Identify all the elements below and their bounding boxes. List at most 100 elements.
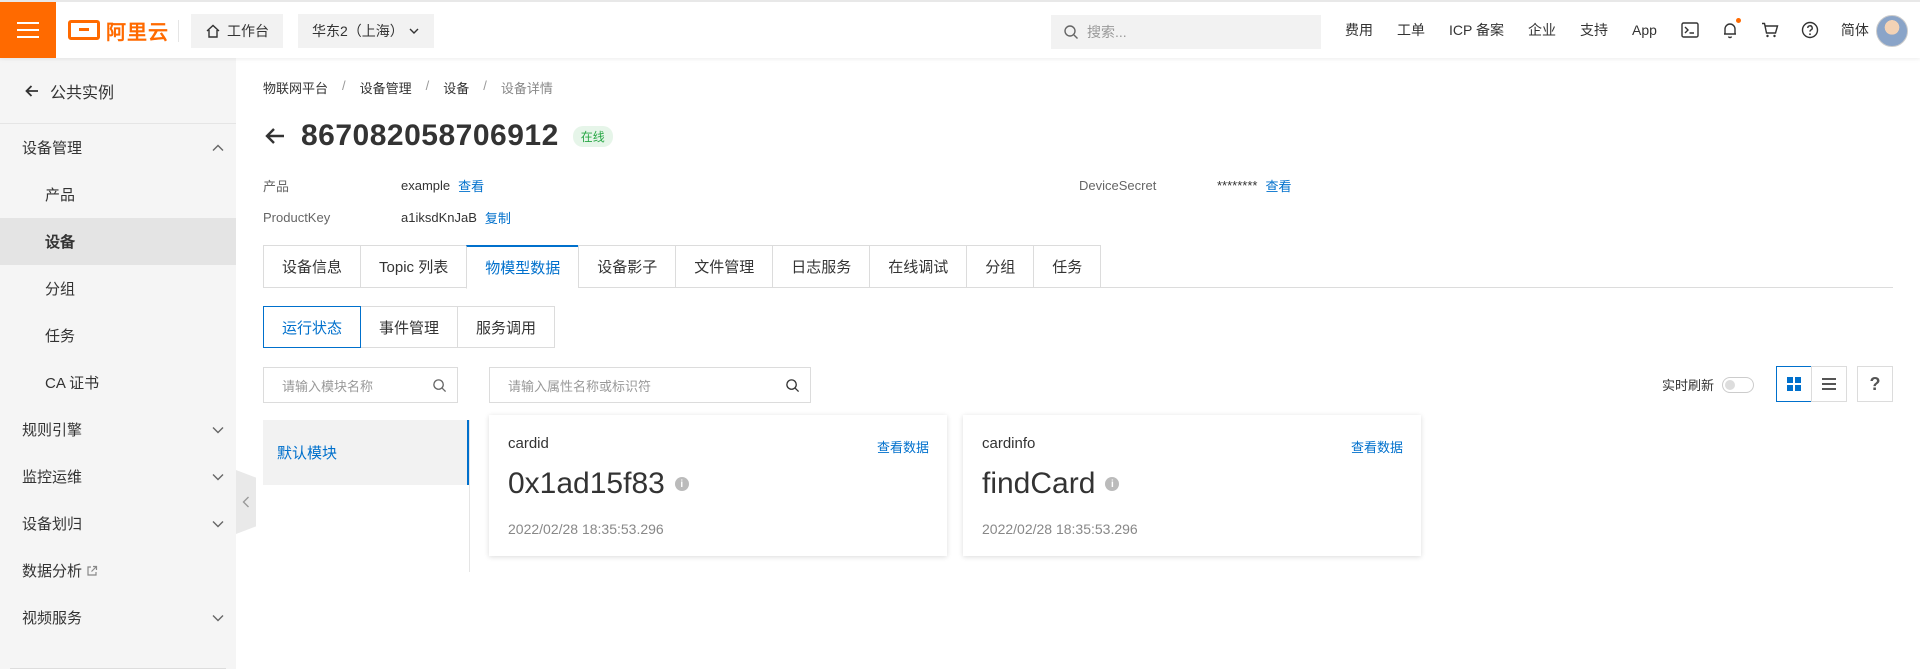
- tab-task[interactable]: 任务: [1033, 245, 1102, 288]
- divider: [469, 420, 470, 572]
- property-card-cardid: cardid 查看数据 0x1ad15f83 i 2022/02/28 18:3…: [489, 415, 947, 556]
- info-icon[interactable]: i: [1105, 477, 1120, 491]
- realtime-refresh-control: 实时刷新: [1662, 375, 1755, 394]
- sidebar-item-rule-engine[interactable]: 规则引擎: [0, 406, 236, 453]
- tab-device-shadow[interactable]: 设备影子: [578, 245, 676, 288]
- help-icon[interactable]: [1801, 21, 1819, 39]
- page-title-row: 867082058706912 在线: [263, 116, 613, 156]
- language-switch[interactable]: 简体: [1841, 20, 1869, 40]
- search-icon: [1064, 25, 1078, 39]
- terminal-icon[interactable]: [1681, 21, 1699, 39]
- tab-online-debug[interactable]: 在线调试: [869, 245, 967, 288]
- module-search-input[interactable]: 请输入模块名称: [263, 367, 458, 403]
- search-icon: [433, 378, 447, 392]
- breadcrumb-device-detail: 设备详情: [500, 81, 553, 96]
- user-avatar[interactable]: [1876, 15, 1908, 47]
- view-data-link[interactable]: 查看数据: [1351, 437, 1403, 456]
- grid-icon: [1787, 377, 1801, 391]
- external-link-icon: [87, 565, 98, 576]
- sidebar-item-device-management[interactable]: 设备管理: [0, 124, 236, 171]
- sidebar-item-ca-cert[interactable]: CA 证书: [0, 359, 236, 406]
- view-secret-link[interactable]: 查看: [1265, 176, 1291, 195]
- subtab-service-call[interactable]: 服务调用: [457, 306, 556, 348]
- breadcrumb-separator: /: [342, 78, 346, 93]
- workbench-button[interactable]: 工作台: [191, 14, 283, 48]
- copy-productkey-link[interactable]: 复制: [485, 208, 511, 227]
- property-card-cardinfo: cardinfo 查看数据 findCard i 2022/02/28 18:3…: [963, 415, 1421, 556]
- workbench-label: 工作台: [227, 23, 269, 39]
- divider: [178, 20, 179, 42]
- productkey-label: ProductKey: [263, 210, 331, 225]
- search-icon: [786, 378, 800, 392]
- question-mark-icon: ?: [1869, 373, 1881, 394]
- property-name: cardid: [508, 435, 549, 452]
- chevron-left-icon: [242, 496, 249, 508]
- breadcrumb-device-management[interactable]: 设备管理: [360, 78, 412, 97]
- sidebar-item-product[interactable]: 产品: [0, 171, 236, 218]
- nav-support[interactable]: 支持: [1580, 20, 1608, 40]
- property-search-input[interactable]: 请输入属性名称或标识符: [489, 367, 811, 403]
- sidebar-item-monitoring[interactable]: 监控运维: [0, 453, 236, 500]
- view-product-link[interactable]: 查看: [458, 176, 484, 195]
- list-view-button[interactable]: [1811, 366, 1847, 402]
- top-bar: 阿里云 工作台 华东2（上海） 搜索... 费用 工单 ICP 备案 企业 支持…: [0, 0, 1920, 58]
- chevron-down-icon: [212, 520, 224, 527]
- sidebar-item-video-service[interactable]: 视频服务: [0, 594, 236, 641]
- property-search-placeholder: 请输入属性名称或标识符: [508, 378, 652, 394]
- subtab-event-management[interactable]: 事件管理: [360, 306, 459, 348]
- aliyun-logo-icon: [68, 20, 100, 40]
- status-badge: 在线: [572, 125, 613, 147]
- notification-bell-icon[interactable]: [1721, 18, 1741, 39]
- nav-tickets[interactable]: 工单: [1397, 20, 1425, 40]
- chevron-up-icon: [212, 144, 224, 151]
- breadcrumb: 物联网平台 / 设备管理 / 设备 / 设备详情: [263, 78, 553, 97]
- sidebar-item-device-assignment[interactable]: 设备划归: [0, 500, 236, 547]
- sidebar-item-group[interactable]: 分组: [0, 265, 236, 312]
- sidebar-item-label: 规则引擎: [22, 422, 83, 439]
- breadcrumb-iot-platform[interactable]: 物联网平台: [263, 78, 328, 97]
- module-list: 默认模块: [263, 420, 469, 485]
- subtab-running-status[interactable]: 运行状态: [263, 306, 362, 348]
- cart-icon[interactable]: [1761, 21, 1779, 39]
- sidebar-item-label: 数据分析: [22, 563, 83, 580]
- productkey-value: a1iksdKnJaB: [401, 210, 477, 225]
- breadcrumb-separator: /: [425, 78, 430, 93]
- breadcrumb-device[interactable]: 设备: [443, 78, 469, 97]
- nav-icp[interactable]: ICP 备案: [1449, 20, 1504, 40]
- realtime-refresh-toggle[interactable]: [1722, 376, 1755, 393]
- back-arrow-icon[interactable]: [263, 124, 287, 148]
- tab-topic-list[interactable]: Topic 列表: [360, 245, 467, 288]
- global-search-input[interactable]: 搜索...: [1051, 15, 1321, 49]
- sidebar-collapse-handle[interactable]: [236, 470, 256, 534]
- sidebar-item-task[interactable]: 任务: [0, 312, 236, 359]
- tab-log-service[interactable]: 日志服务: [772, 245, 870, 288]
- property-value-row: 0x1ad15f83 i: [508, 467, 689, 501]
- help-button[interactable]: ?: [1857, 366, 1893, 402]
- nav-fees[interactable]: 费用: [1345, 20, 1373, 40]
- region-label: 华东2（上海）: [312, 23, 404, 39]
- chevron-down-icon: [212, 614, 224, 621]
- sidebar-item-label: 设备管理: [22, 140, 83, 157]
- aliyun-logo[interactable]: 阿里云: [68, 16, 169, 44]
- module-item-default[interactable]: 默认模块: [263, 420, 469, 485]
- grid-view-button[interactable]: [1776, 366, 1812, 402]
- nav-app[interactable]: App: [1632, 22, 1657, 38]
- sidebar-item-data-analysis[interactable]: 数据分析: [0, 547, 236, 594]
- hamburger-menu-button[interactable]: [0, 2, 56, 58]
- device-secret-label: DeviceSecret: [1079, 178, 1157, 193]
- nav-enterprise[interactable]: 企业: [1528, 20, 1556, 40]
- property-name: cardinfo: [982, 435, 1036, 452]
- product-label: 产品: [263, 179, 290, 194]
- arrow-left-icon: [25, 84, 38, 97]
- top-nav: 费用 工单 ICP 备案 企业 支持 App 简体: [1345, 2, 1893, 58]
- tab-group[interactable]: 分组: [966, 245, 1034, 288]
- tab-thing-model-data[interactable]: 物模型数据: [466, 245, 579, 289]
- region-selector[interactable]: 华东2（上海）: [298, 14, 434, 48]
- tab-device-info[interactable]: 设备信息: [263, 245, 361, 288]
- sidebar-back-button[interactable]: 公共实例: [0, 58, 236, 124]
- view-data-link[interactable]: 查看数据: [877, 437, 929, 456]
- tab-file-management[interactable]: 文件管理: [675, 245, 773, 288]
- sidebar-item-device[interactable]: 设备: [0, 218, 236, 265]
- property-value: 0x1ad15f83: [508, 467, 665, 500]
- info-icon[interactable]: i: [674, 477, 689, 491]
